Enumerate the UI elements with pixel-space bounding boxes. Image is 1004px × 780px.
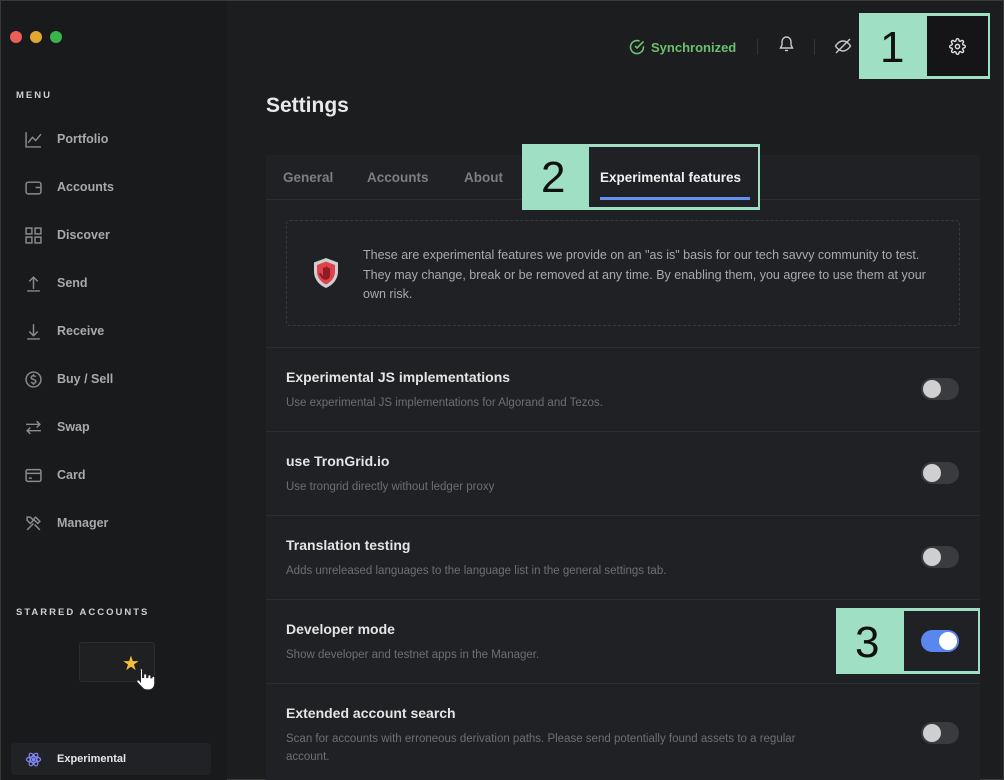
feature-description: Adds unreleased languages to the languag… bbox=[286, 565, 667, 577]
sidebar-item-send[interactable]: Send bbox=[1, 259, 227, 307]
sidebar-item-label: Send bbox=[57, 276, 88, 290]
trongrid-toggle[interactable] bbox=[921, 462, 959, 484]
sidebar: MENU Portfolio Accounts Discover Send Re… bbox=[1, 1, 227, 780]
feature-description: Use experimental JS implementations for … bbox=[286, 397, 603, 409]
experimental-js-toggle[interactable] bbox=[921, 378, 959, 400]
tab-general[interactable]: General bbox=[283, 170, 333, 185]
sync-status[interactable]: Synchronized bbox=[629, 39, 736, 55]
tab-accounts[interactable]: Accounts bbox=[367, 170, 429, 185]
callout-number: 3 bbox=[855, 618, 880, 667]
arrow-down-icon bbox=[27, 323, 40, 340]
sidebar-item-experimental[interactable]: Experimental bbox=[11, 743, 211, 775]
sidebar-item-discover[interactable]: Discover bbox=[1, 211, 227, 259]
starred-accounts-title: STARRED ACCOUNTS bbox=[16, 607, 150, 618]
toggle-knob bbox=[923, 548, 941, 566]
feature-row: Extended account search Scan for account… bbox=[266, 683, 980, 780]
sidebar-item-accounts[interactable]: Accounts bbox=[1, 163, 227, 211]
sync-status-label: Synchronized bbox=[651, 39, 737, 55]
feature-title: Developer mode bbox=[286, 621, 395, 637]
feature-title: Experimental JS implementations bbox=[286, 369, 511, 385]
toggle-knob bbox=[923, 464, 941, 482]
chart-icon bbox=[25, 131, 42, 148]
hand-cursor-icon bbox=[136, 667, 156, 691]
maximize-window-button[interactable] bbox=[50, 31, 62, 43]
extended-account-search-toggle[interactable] bbox=[921, 722, 959, 744]
card-icon bbox=[25, 468, 42, 482]
sidebar-item-label: Buy / Sell bbox=[57, 372, 114, 386]
feature-row: use TronGrid.io Use trongrid directly wi… bbox=[266, 431, 980, 515]
sidebar-item-label: Accounts bbox=[57, 180, 114, 194]
sidebar-item-label: Portfolio bbox=[57, 132, 109, 146]
feature-row: Developer mode Show developer and testne… bbox=[266, 599, 980, 683]
feature-description: Scan for accounts with erroneous derivat… bbox=[286, 733, 796, 763]
bell-icon[interactable] bbox=[778, 35, 795, 53]
dollar-icon bbox=[25, 370, 42, 388]
sidebar-item-label: Manager bbox=[57, 516, 109, 530]
grid-icon bbox=[25, 226, 42, 244]
page-title: Settings bbox=[266, 94, 349, 117]
sidebar-item-label: Discover bbox=[57, 228, 110, 242]
swap-icon bbox=[26, 420, 41, 434]
wallet-icon bbox=[25, 180, 42, 195]
feature-description: Use trongrid directly without ledger pro… bbox=[286, 481, 495, 493]
tab-experimental-features[interactable]: Experimental features bbox=[600, 170, 741, 185]
sidebar-item-buy-sell[interactable]: Buy / Sell bbox=[1, 355, 227, 403]
check-circle-icon bbox=[629, 39, 645, 55]
disclaimer-text: These are experimental features we provi… bbox=[363, 248, 926, 301]
close-window-button[interactable] bbox=[10, 31, 22, 43]
eye-off-icon[interactable] bbox=[834, 38, 852, 54]
app-window: MENU Portfolio Accounts Discover Send Re… bbox=[0, 0, 1004, 780]
sidebar-item-label: Experimental bbox=[57, 753, 127, 765]
toggle-knob bbox=[923, 380, 941, 398]
menu-title: MENU bbox=[16, 90, 52, 101]
feature-title: use TronGrid.io bbox=[286, 453, 390, 469]
window-controls bbox=[10, 31, 62, 43]
callout-number: 2 bbox=[541, 153, 566, 202]
gear-icon[interactable] bbox=[949, 38, 966, 55]
shield-hand-icon bbox=[314, 258, 338, 288]
arrow-up-icon bbox=[27, 275, 40, 292]
active-tab-indicator bbox=[600, 197, 750, 200]
settings-panel: General Accounts About 2 Experimental fe… bbox=[266, 144, 980, 780]
sidebar-item-card[interactable]: Card bbox=[1, 451, 227, 499]
sidebar-item-swap[interactable]: Swap bbox=[1, 403, 227, 451]
callout-number: 1 bbox=[880, 23, 905, 72]
feature-title: Extended account search bbox=[286, 705, 456, 721]
translation-testing-toggle[interactable] bbox=[921, 546, 959, 568]
sidebar-item-label: Swap bbox=[57, 420, 90, 434]
feature-row: Translation testing Adds unreleased lang… bbox=[266, 515, 980, 599]
topbar-divider bbox=[757, 39, 758, 55]
topbar-divider bbox=[814, 39, 815, 55]
toggle-knob bbox=[939, 632, 957, 650]
experimental-disclaimer: These are experimental features we provi… bbox=[286, 220, 960, 326]
sidebar-item-label: Card bbox=[57, 468, 86, 482]
atom-icon bbox=[25, 752, 42, 766]
minimize-window-button[interactable] bbox=[30, 31, 42, 43]
feature-description: Show developer and testnet apps in the M… bbox=[286, 649, 540, 661]
sidebar-item-portfolio[interactable]: Portfolio bbox=[1, 115, 227, 163]
sidebar-item-label: Receive bbox=[57, 324, 105, 338]
feature-row: Experimental JS implementations Use expe… bbox=[266, 347, 980, 431]
callout-1: 1 bbox=[859, 13, 990, 79]
sidebar-nav: Portfolio Accounts Discover Send Receive… bbox=[1, 115, 227, 547]
tab-about[interactable]: About bbox=[464, 170, 503, 185]
sidebar-item-manager[interactable]: Manager bbox=[1, 499, 227, 547]
developer-mode-toggle[interactable] bbox=[921, 630, 959, 652]
sidebar-item-receive[interactable]: Receive bbox=[1, 307, 227, 355]
tools-icon bbox=[26, 515, 41, 530]
feature-title: Translation testing bbox=[286, 537, 411, 553]
toggle-knob bbox=[923, 724, 941, 742]
